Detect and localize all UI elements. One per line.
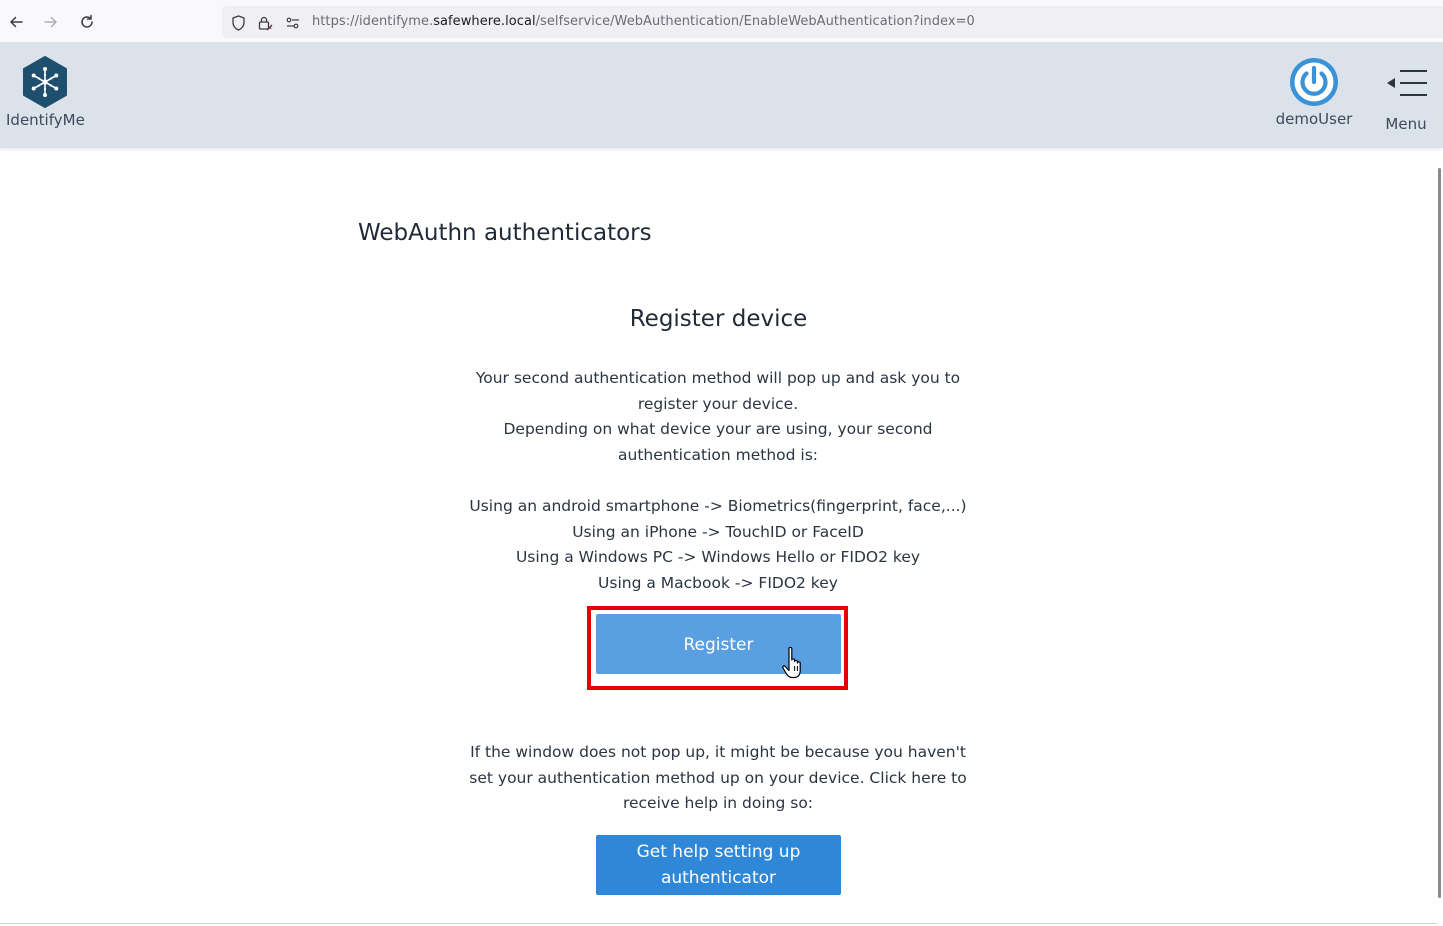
shield-icon[interactable] bbox=[230, 15, 246, 31]
menu-label: Menu bbox=[1385, 115, 1427, 133]
register-device-heading: Register device bbox=[629, 306, 808, 332]
address-bar[interactable]: https://identifyme.safewhere.local/selfs… bbox=[222, 6, 1443, 38]
user-label: demoUser bbox=[1275, 110, 1353, 128]
url-text[interactable]: https://identifyme.safewhere.local/selfs… bbox=[312, 14, 975, 29]
page-title: WebAuthn authenticators bbox=[358, 220, 652, 246]
brand-home-link[interactable]: IdentifyMe bbox=[6, 56, 85, 129]
lock-icon[interactable] bbox=[257, 15, 273, 31]
reload-icon[interactable] bbox=[76, 11, 98, 33]
brand-label: IdentifyMe bbox=[6, 111, 85, 129]
url-path: /selfservice/WebAuthentication/EnableWeb… bbox=[535, 14, 975, 29]
power-icon bbox=[1290, 58, 1338, 106]
menu-button[interactable]: Menu bbox=[1378, 63, 1434, 133]
help-text: If the window does not pop up, it might … bbox=[469, 743, 967, 813]
forward-arrow-icon[interactable] bbox=[40, 11, 62, 33]
scrollbar[interactable] bbox=[1438, 168, 1441, 898]
back-arrow-icon[interactable] bbox=[5, 11, 27, 33]
url-prefix: https://identifyme. bbox=[312, 14, 434, 29]
app-header: IdentifyMe demoUser Menu bbox=[0, 43, 1443, 148]
device-option: Using a Windows PC -> Windows Hello or F… bbox=[515, 548, 921, 567]
url-host: safewhere.local bbox=[433, 14, 536, 29]
device-option: Using an android smartphone -> Biometric… bbox=[469, 496, 967, 515]
divider bbox=[0, 923, 1437, 924]
device-option: Using an iPhone -> TouchID or FaceID bbox=[572, 522, 864, 541]
identifyme-logo-icon bbox=[23, 56, 67, 108]
menu-icon bbox=[1387, 70, 1427, 96]
description-line: Depending on what device your are using,… bbox=[503, 420, 933, 464]
description-line: Your second authentication method will p… bbox=[475, 369, 961, 413]
hand-cursor-icon bbox=[782, 646, 801, 679]
user-menu[interactable]: demoUser bbox=[1272, 57, 1356, 128]
permissions-icon[interactable] bbox=[285, 15, 301, 31]
browser-toolbar: https://identifyme.safewhere.local/selfs… bbox=[0, 0, 1443, 43]
register-description: Your second authentication method will p… bbox=[468, 366, 968, 596]
device-option: Using a Macbook -> FIDO2 key bbox=[598, 573, 838, 592]
help-setup-button[interactable]: Get help setting up authenticator bbox=[596, 835, 841, 895]
